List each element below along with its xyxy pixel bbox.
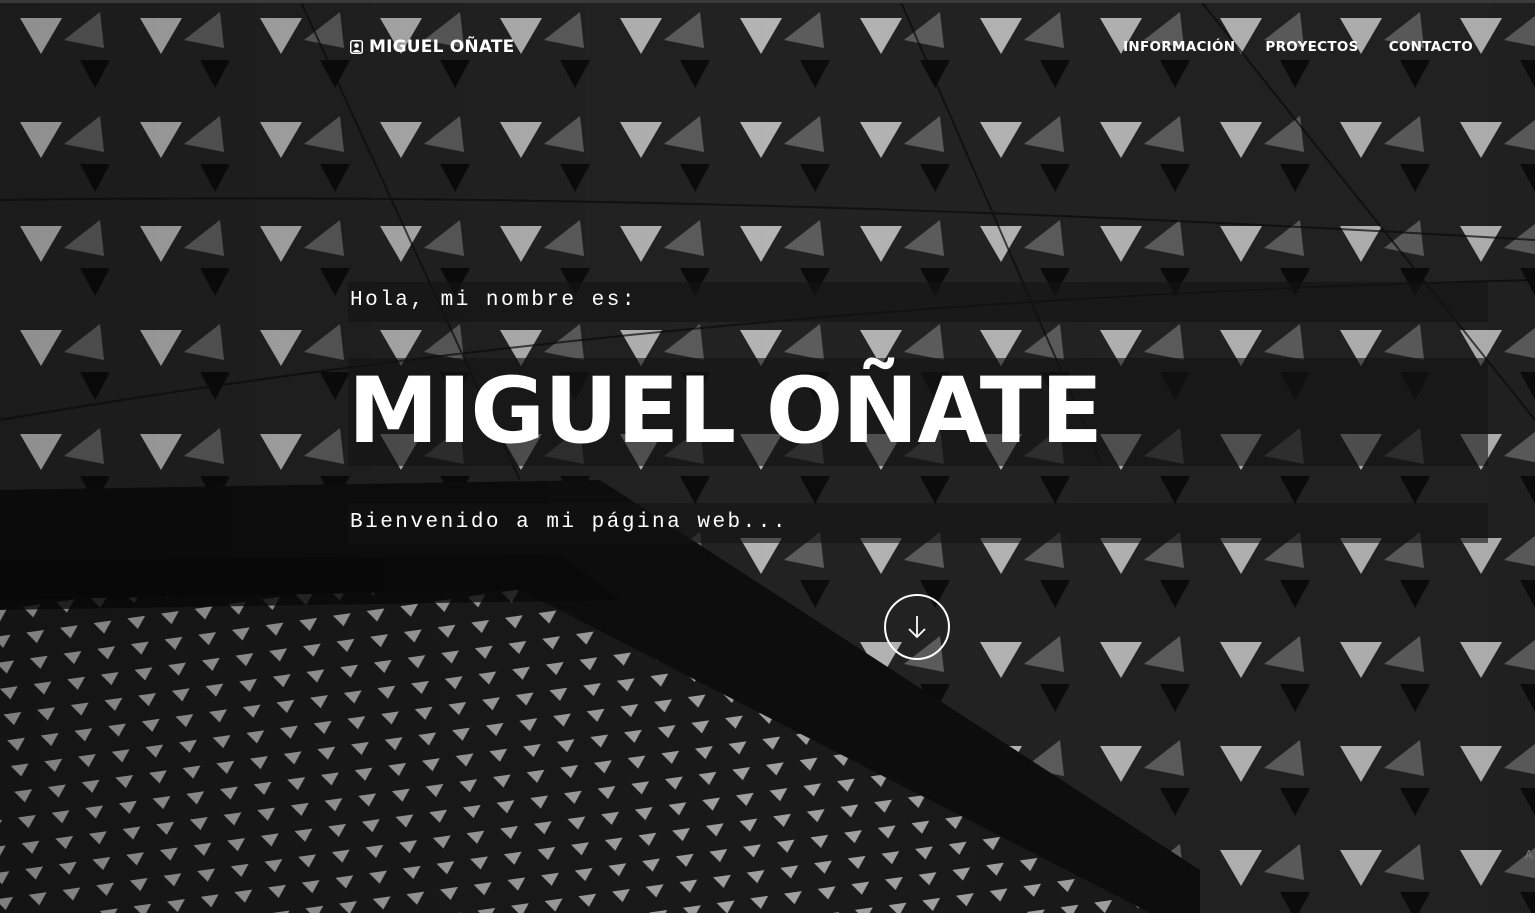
nav-item-contacto[interactable]: CONTACTO [1389, 39, 1473, 55]
greeting-text: Hola, mi nombre es: [350, 289, 637, 312]
hero-section: MIGUEL OÑATE INFORMACIÓN PROYECTOS CONTA… [0, 0, 1535, 913]
welcome-text: Bienvenido a mi página web... [350, 511, 788, 534]
page-title: MIGUEL OÑATE [348, 359, 1103, 464]
nav-item-informacion[interactable]: INFORMACIÓN [1123, 39, 1235, 55]
top-border [0, 0, 1535, 3]
user-badge-icon [350, 40, 363, 54]
brand-name: MIGUEL OÑATE [369, 37, 515, 57]
arrow-down-icon [908, 616, 926, 639]
brand-logo[interactable]: MIGUEL OÑATE [350, 37, 515, 57]
scroll-down-button[interactable] [884, 594, 950, 660]
corner-glyph: A [1524, 848, 1533, 862]
main-nav: INFORMACIÓN PROYECTOS CONTACTO [1123, 39, 1473, 55]
nav-item-proyectos[interactable]: PROYECTOS [1265, 39, 1358, 55]
